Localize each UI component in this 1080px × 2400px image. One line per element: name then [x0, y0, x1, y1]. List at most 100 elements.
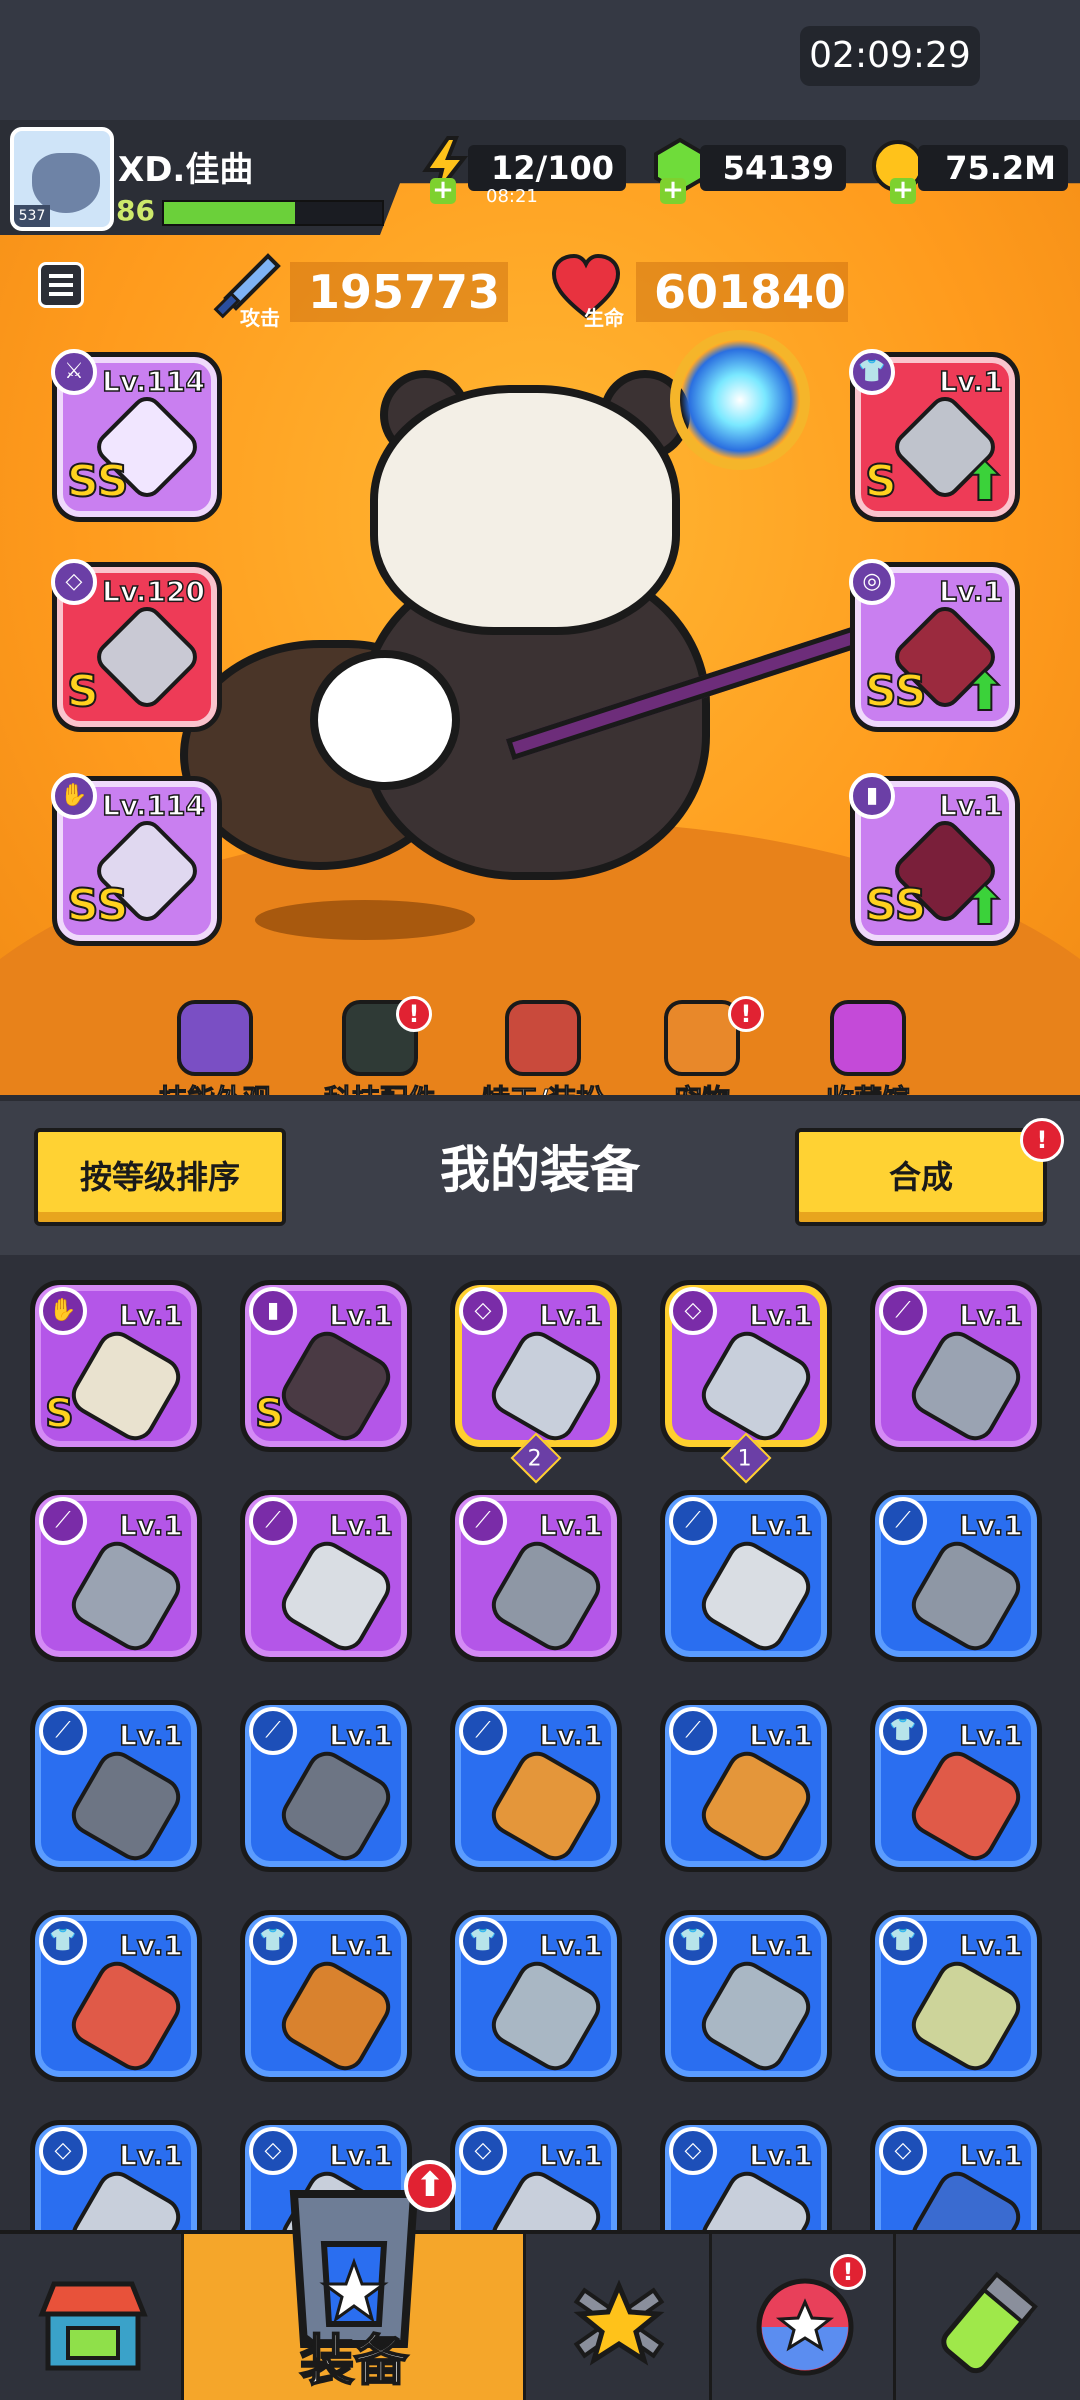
slot-type-icon: ⟋: [879, 1287, 927, 1335]
slot-level: Lv.114: [101, 788, 205, 823]
armor-vest-icon: [694, 1954, 818, 2077]
inventory-item[interactable]: ◇ Lv.1: [30, 2120, 202, 2235]
slot-type-icon: ⟋: [39, 1497, 87, 1545]
hp-value: 601840: [636, 262, 848, 322]
slot-type-icon: ⟋: [459, 1707, 507, 1755]
inventory-item[interactable]: ⟋ Lv.1: [870, 1490, 1042, 1662]
item-level: Lv.1: [118, 1928, 183, 1963]
battle-star-icon: [573, 2279, 665, 2366]
item-level: Lv.1: [748, 1298, 813, 1333]
equipped-boots-slot[interactable]: ▮ Lv.1 SS ⬆: [849, 773, 1020, 946]
energy-value: 12/100: [468, 145, 626, 191]
inventory-item[interactable]: 👕 Lv.1: [870, 1700, 1042, 1872]
inventory-item[interactable]: ⟋ Lv.1: [660, 1490, 832, 1662]
inventory-item[interactable]: ⟋ Lv.1: [30, 1700, 202, 1872]
item-level: Lv.1: [328, 1298, 393, 1333]
inventory-item[interactable]: 👕 Lv.1: [660, 1910, 832, 2082]
inventory-item[interactable]: 👕 Lv.1: [870, 1910, 1042, 2082]
slot-type-icon: ◇: [669, 1287, 717, 1335]
slot-type-icon: ⟋: [669, 1497, 717, 1545]
slot-level: Lv.1: [938, 788, 1003, 823]
inventory-item[interactable]: ⟋ Lv.1: [30, 1490, 202, 1662]
bat-icon: [694, 1744, 818, 1867]
alert-badge: !: [396, 996, 432, 1032]
chain-necklace-icon: [90, 600, 204, 714]
blade-icon: [274, 1534, 398, 1657]
upgrade-arrow-icon: ⬆: [962, 663, 1008, 723]
inventory-item[interactable]: 👕 Lv.1: [450, 1910, 622, 2082]
slot-type-icon: 👕: [879, 1917, 927, 1965]
inventory-item[interactable]: ◇ Lv.1: [660, 1280, 832, 1452]
merge-button[interactable]: 合成: [795, 1128, 1047, 1226]
upgrade-arrow-icon: ⬆: [962, 877, 1008, 937]
inventory-item[interactable]: 👕 Lv.1: [240, 1910, 412, 2082]
inventory-item[interactable]: ▮ Lv.1 S: [240, 1280, 412, 1452]
inventory-item[interactable]: ◇ Lv.1: [660, 2120, 832, 2235]
equipped-necklace-slot[interactable]: ◇ Lv.120 S: [51, 559, 222, 732]
alert-badge: !: [830, 2254, 866, 2290]
equipped-belt-slot[interactable]: ◎ Lv.1 SS ⬆: [849, 559, 1020, 732]
item-level: Lv.1: [538, 1298, 603, 1333]
item-level: Lv.1: [328, 1718, 393, 1753]
slot-level: Lv.1: [938, 574, 1003, 609]
add-energy-icon[interactable]: +: [430, 177, 456, 204]
sort-by-level-button[interactable]: 按等级排序: [34, 1128, 286, 1226]
alert-badge: !: [728, 996, 764, 1032]
tab-shop[interactable]: [0, 2234, 184, 2400]
xp-bar-fill: [164, 202, 295, 224]
inventory-item[interactable]: ⟋ Lv.1: [450, 1490, 622, 1662]
player-level: 86: [116, 194, 155, 227]
slot-grade: S: [864, 455, 898, 508]
equipped-armor-slot[interactable]: 👕 Lv.1 S ⬆: [849, 349, 1020, 522]
inventory-item[interactable]: ◇ Lv.1: [450, 2120, 622, 2235]
inventory-item[interactable]: ◇ Lv.1: [870, 2120, 1042, 2235]
collection-icon: [830, 1000, 906, 1076]
slot-type-icon: 👕: [879, 1707, 927, 1755]
avatar-level: 537: [14, 205, 50, 227]
menu-icon[interactable]: [38, 262, 84, 308]
inventory-item[interactable]: 👕 Lv.1: [30, 1910, 202, 2082]
equipment-title: 我的装备: [440, 1141, 640, 1199]
item-grade: S: [44, 1390, 75, 1438]
equipped-glove-slot[interactable]: ✋ Lv.114 SS: [51, 773, 222, 946]
inventory-item[interactable]: ✋ Lv.1 S: [30, 1280, 202, 1452]
energy-timer: 08:21: [486, 186, 538, 207]
slot-type-icon: ◇: [459, 2127, 507, 2175]
inventory-item[interactable]: ◇ Lv.1: [450, 1280, 622, 1452]
xp-bar: [162, 200, 384, 226]
inventory-item[interactable]: ⟋ Lv.1: [660, 1700, 832, 1872]
player-name: XD.佳曲: [118, 150, 254, 190]
equipped-weapon-slot[interactable]: ⚔ Lv.114 SS: [51, 349, 222, 522]
inventory-item[interactable]: ⟋ Lv.1: [870, 1280, 1042, 1452]
attack-label: 攻击: [240, 306, 280, 330]
hp-label: 生命: [584, 306, 624, 330]
revolver-icon: [484, 1534, 608, 1657]
tab-battle[interactable]: [526, 2234, 712, 2400]
add-gems-icon[interactable]: +: [660, 177, 686, 204]
inventory-item[interactable]: ⟋ Lv.1: [240, 1490, 412, 1662]
slot-type-icon: ⟋: [39, 1707, 87, 1755]
tab-gene[interactable]: [896, 2234, 1080, 2400]
kunai-icon: [64, 1534, 188, 1657]
inventory-item[interactable]: ⟋ Lv.1: [240, 1700, 412, 1872]
vest-icon: [904, 1744, 1028, 1867]
tab-gacha[interactable]: !: [712, 2234, 896, 2400]
tab-equipment[interactable]: ⬆ 装备: [184, 2160, 526, 2400]
inventory-item[interactable]: ⟋ Lv.1: [450, 1700, 622, 1872]
add-coins-icon[interactable]: +: [890, 177, 916, 204]
inventory-grid: ✋ Lv.1 S ▮ Lv.1 S ◇ Lv.1 2 ◇ Lv.1 1 ⟋ Lv.1 ⟋ Lv.1 ⟋ Lv.1 ⟋…: [0, 1255, 1080, 2235]
merge-alert-badge: !: [1020, 1118, 1064, 1162]
panda-hero[interactable]: [370, 385, 680, 635]
slot-level: Lv.1: [938, 364, 1003, 399]
item-level: Lv.1: [328, 1928, 393, 1963]
skill-skin-icon: [177, 1000, 253, 1076]
item-level: Lv.1: [538, 2138, 603, 2173]
boots-icon: ▮: [849, 773, 895, 819]
tab-equipment-label: 装备: [299, 2328, 409, 2393]
player-avatar[interactable]: 537: [10, 127, 114, 231]
item-level: Lv.1: [958, 1508, 1023, 1543]
vest-icon: [64, 1954, 188, 2077]
character-shadow: [255, 900, 475, 940]
wolf-avatar-icon: [32, 153, 100, 213]
item-level: Lv.1: [748, 2138, 813, 2173]
